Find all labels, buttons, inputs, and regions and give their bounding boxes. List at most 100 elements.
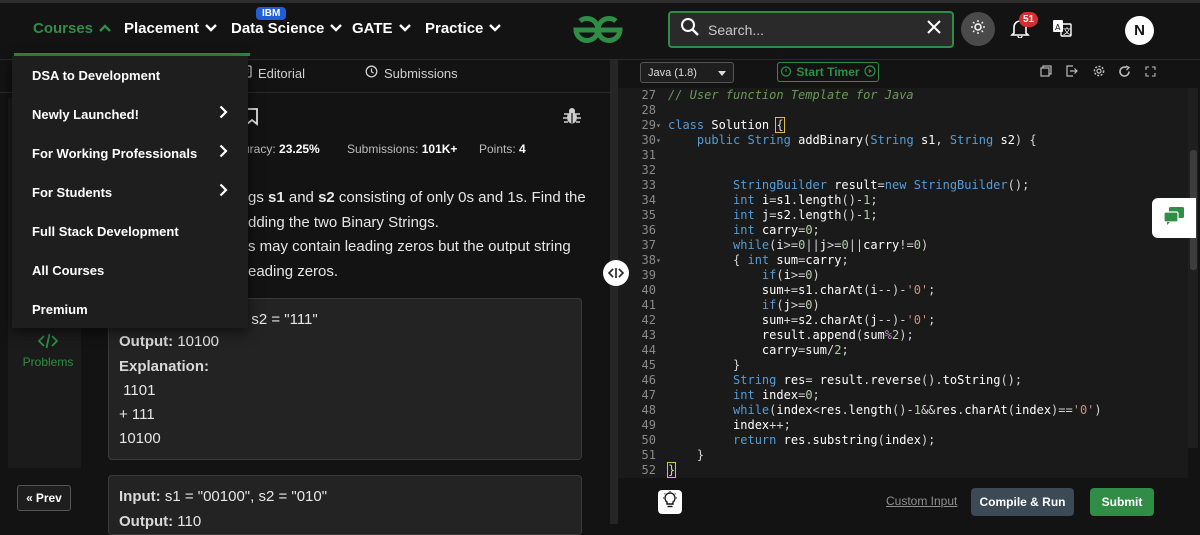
nav-placement-label: Placement — [124, 20, 200, 37]
export-icon[interactable] — [1066, 65, 1078, 80]
code-line: 28 — [618, 103, 1188, 118]
nav-practice[interactable]: Practice — [425, 20, 502, 37]
dropdown-item-label: All Courses — [32, 263, 105, 278]
search-box[interactable] — [668, 11, 954, 48]
explanation-line: + 111 — [119, 406, 155, 423]
example-box-2: Input: s1 = "00100", s2 = "010" Output: … — [108, 475, 582, 535]
line-number: 33 — [641, 178, 656, 192]
explanation-label: Explanation: — [119, 358, 210, 375]
problems-button[interactable]: Problems — [20, 322, 76, 380]
nav-gate[interactable]: GATE — [352, 20, 411, 37]
code-line: 29 ▾ class Solution { — [618, 117, 1188, 133]
line-number: 51 — [641, 448, 656, 462]
tab-editorial[interactable]: Editorial — [240, 60, 305, 86]
timer-icon — [780, 65, 792, 80]
description-line: s may contain leading zeros but the outp… — [248, 238, 571, 255]
prev-label: Prev — [35, 491, 62, 505]
close-icon[interactable] — [926, 19, 942, 40]
code-line: 52} — [618, 462, 1188, 478]
code-line: 34 int i=s1.length()-1; — [618, 193, 1188, 208]
nav-data-science-label: Data Science — [231, 20, 325, 37]
lightbulb-icon — [662, 490, 678, 514]
submit-button[interactable]: Submit — [1090, 488, 1154, 516]
dropdown-item-premium[interactable]: Premium — [12, 290, 248, 329]
resize-handle-icon[interactable] — [603, 260, 629, 286]
chat-icon — [1163, 206, 1185, 231]
code-line: 41 if(j>=0) — [618, 298, 1188, 313]
caret-down-icon — [718, 67, 726, 79]
line-number: 34 — [641, 193, 656, 207]
search-icon — [680, 17, 700, 42]
fold-arrow-icon[interactable]: ▾ — [656, 118, 661, 133]
line-number: 47 — [641, 388, 656, 402]
settings-icon[interactable] — [1093, 65, 1105, 80]
chevron-down-icon — [205, 23, 217, 35]
explanation-line: 1101 — [119, 382, 156, 399]
code-line: 39 if(i>=0) — [618, 268, 1188, 283]
language-select[interactable]: Java (1.8) — [640, 62, 734, 83]
line-number: 41 — [641, 298, 656, 312]
svg-text:文: 文 — [1063, 26, 1071, 36]
double-chevron-left-icon: « — [26, 491, 33, 505]
dropdown-item-students[interactable]: For Students — [12, 173, 248, 212]
dropdown-item-label: DSA to Development — [32, 68, 161, 83]
code-line: 30 ▾ public String addBinary(String s1, S… — [618, 133, 1188, 148]
line-number: 37 — [641, 238, 656, 252]
gfg-logo[interactable] — [568, 14, 628, 51]
prev-button[interactable]: « Prev — [17, 485, 71, 511]
code-line: 35 int j=s2.length()-1; — [618, 208, 1188, 223]
start-timer-button[interactable]: Start Timer — [777, 62, 879, 82]
fullscreen-icon[interactable] — [1145, 65, 1156, 80]
line-number: 36 — [641, 223, 656, 237]
line-number: 45 — [641, 358, 656, 372]
line-number: 32 — [641, 163, 656, 177]
dropdown-item-label: Full Stack Development — [32, 224, 179, 239]
search-input[interactable] — [708, 21, 918, 38]
dropdown-item-label: For Working Professionals — [32, 146, 198, 161]
hint-button[interactable] — [658, 490, 682, 514]
problem-tabs: Editorial Submissions — [240, 60, 458, 86]
panel-splitter[interactable] — [610, 60, 618, 524]
code-line: 33 StringBuilder result=new StringBuilde… — [618, 178, 1188, 193]
problems-label: Problems — [22, 355, 74, 369]
svg-text:A: A — [1055, 23, 1061, 32]
line-number: 40 — [641, 283, 656, 297]
nav-data-science[interactable]: Data Science — [231, 20, 343, 37]
line-number: 52 — [641, 463, 656, 477]
code-line: 45 } — [618, 358, 1188, 373]
line-number: 28 — [641, 103, 656, 117]
tab-submissions-label: Submissions — [383, 65, 458, 81]
play-icon — [863, 64, 876, 80]
bug-report-icon[interactable] — [562, 106, 582, 131]
line-number: 49 — [641, 418, 656, 432]
notification-badge: 51 — [1019, 12, 1039, 27]
custom-input-link[interactable]: Custom Input — [886, 494, 957, 508]
code-editor[interactable]: 27// User function Template for Java 28 … — [618, 88, 1188, 478]
output-value: 110 — [173, 513, 202, 530]
line-number: 39 — [641, 268, 656, 282]
code-line: 49 index++; — [618, 418, 1188, 433]
dropdown-item-all-courses[interactable]: All Courses — [12, 251, 248, 290]
tab-submissions[interactable]: Submissions — [365, 60, 458, 86]
copy-icon[interactable] — [1040, 65, 1052, 80]
nav-placement[interactable]: Placement — [124, 20, 217, 37]
fold-arrow-icon[interactable]: ▾ — [656, 133, 661, 148]
refresh-icon[interactable] — [1118, 65, 1131, 81]
theme-toggle-button[interactable] — [961, 12, 995, 46]
code-icon — [37, 333, 59, 352]
chevron-down-icon — [398, 23, 411, 35]
line-number: 30 — [641, 133, 656, 147]
chat-button[interactable] — [1152, 198, 1196, 238]
explanation-line: 10100 — [119, 430, 161, 447]
dropdown-item-dsa[interactable]: DSA to Development — [12, 56, 248, 95]
line-number: 35 — [641, 208, 656, 222]
translate-button[interactable]: A文 — [1050, 18, 1074, 42]
nav-courses[interactable]: Courses — [33, 20, 111, 37]
dropdown-item-full-stack[interactable]: Full Stack Development — [12, 212, 248, 251]
dropdown-item-newly-launched[interactable]: Newly Launched! — [12, 95, 248, 134]
fold-arrow-icon[interactable]: ▾ — [656, 253, 661, 268]
avatar[interactable]: N — [1125, 16, 1154, 45]
input-value: s1 = "00100", s2 = "010" — [160, 488, 328, 505]
dropdown-item-working-professionals[interactable]: For Working Professionals — [12, 134, 248, 173]
compile-run-button[interactable]: Compile & Run — [971, 488, 1074, 516]
